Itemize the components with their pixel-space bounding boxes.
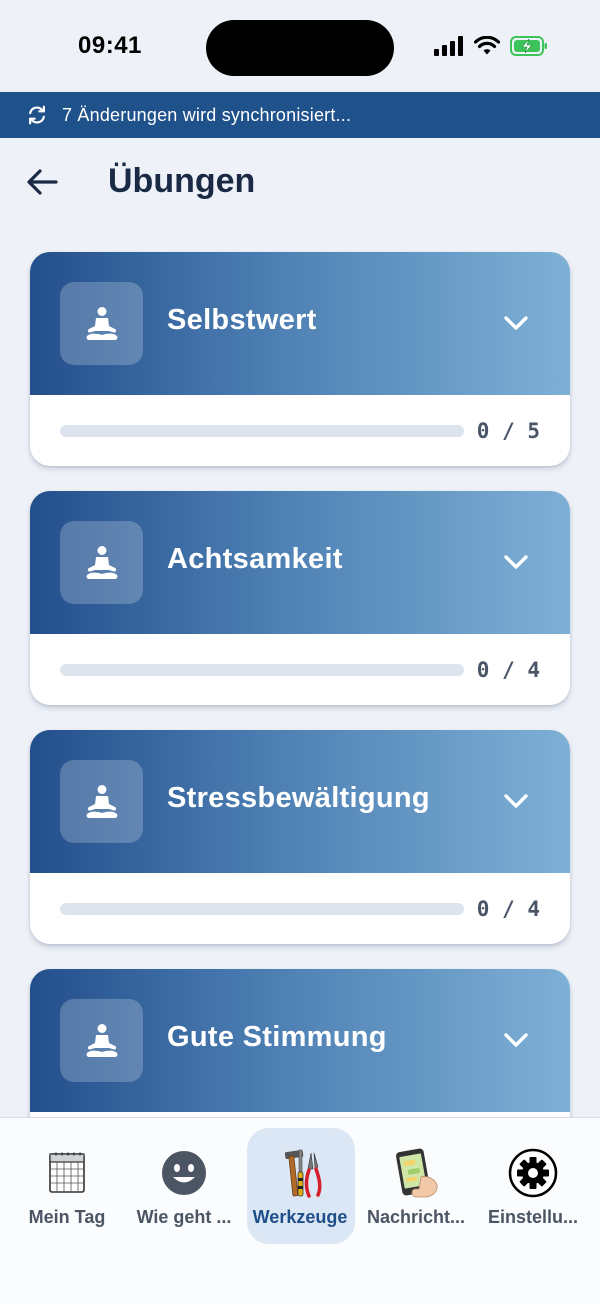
- meditation-icon: [86, 306, 117, 340]
- wifi-icon: [473, 35, 501, 61]
- card-icon-box: [60, 282, 143, 365]
- exercise-card-selbstwert: Selbstwert 0 / 5: [30, 252, 570, 466]
- calendar-icon: [42, 1148, 92, 1198]
- meditation-icon: [86, 784, 117, 818]
- nav-label: Mein Tag: [28, 1207, 106, 1227]
- chevron-down-icon[interactable]: [502, 1026, 530, 1054]
- page-title: Übungen: [108, 162, 256, 200]
- smiley-icon: [159, 1148, 209, 1198]
- status-icons: [434, 35, 548, 61]
- exercise-card-stressbewaeltigung: Stressbewältigung 0 / 4: [30, 730, 570, 944]
- card-title: Selbstwert: [167, 304, 317, 336]
- nav-label: Wie geht ...: [136, 1207, 232, 1227]
- sync-status-text: 7 Änderungen wird synchronisiert...: [62, 104, 352, 125]
- nav-item-einstellungen[interactable]: Einstellu...: [475, 1128, 591, 1244]
- tools-icon: [275, 1148, 325, 1198]
- card-header[interactable]: Stressbewältigung: [30, 730, 570, 873]
- chevron-down-icon[interactable]: [502, 548, 530, 576]
- status-bar: 09:41: [0, 0, 600, 92]
- meditation-icon: [86, 1023, 117, 1057]
- card-icon-box: [60, 521, 143, 604]
- chevron-down-icon[interactable]: [502, 309, 530, 337]
- progress-count: 0 / 4: [476, 658, 540, 682]
- battery-charging-icon: [510, 35, 548, 61]
- nav-item-nachrichten[interactable]: Nachricht...: [358, 1128, 474, 1244]
- phone-message-icon: [391, 1148, 441, 1198]
- card-progress-section: 0 / 4: [30, 634, 570, 705]
- status-time: 09:41: [78, 32, 142, 59]
- progress-bar: [60, 903, 464, 915]
- progress-bar: [60, 664, 464, 676]
- bottom-nav: Mein Tag Wie geht ... Werkzeuge Nachrich…: [0, 1117, 600, 1304]
- card-header[interactable]: Achtsamkeit: [30, 491, 570, 634]
- exercise-card-achtsamkeit: Achtsamkeit 0 / 4: [30, 491, 570, 705]
- card-title: Stressbewältigung: [167, 782, 430, 814]
- card-icon-box: [60, 760, 143, 843]
- sync-banner: 7 Änderungen wird synchronisiert...: [0, 92, 600, 138]
- arrow-left-icon: [27, 169, 58, 195]
- card-progress-section: 0 / 5: [30, 395, 570, 466]
- nav-item-werkzeuge[interactable]: Werkzeuge: [242, 1128, 358, 1244]
- card-title: Gute Stimmung: [167, 1021, 387, 1053]
- nav-item-mein-tag[interactable]: Mein Tag: [9, 1128, 125, 1244]
- card-header[interactable]: Gute Stimmung: [30, 969, 570, 1112]
- card-title: Achtsamkeit: [167, 543, 343, 575]
- card-header[interactable]: Selbstwert: [30, 252, 570, 395]
- nav-label: Werkzeuge: [252, 1207, 348, 1227]
- nav-item-wie-geht[interactable]: Wie geht ...: [126, 1128, 242, 1244]
- chevron-down-icon[interactable]: [502, 787, 530, 815]
- sync-icon: [29, 105, 45, 125]
- nav-label: Einstellu...: [487, 1207, 579, 1227]
- page-header: Übungen: [0, 150, 600, 214]
- card-icon-box: [60, 999, 143, 1082]
- meditation-icon: [86, 545, 117, 579]
- card-progress-section: 0 / 4: [30, 873, 570, 944]
- nav-label: Nachricht...: [366, 1207, 466, 1227]
- progress-count: 0 / 4: [476, 897, 540, 921]
- dynamic-island: [206, 20, 394, 76]
- progress-count: 0 / 5: [476, 419, 540, 443]
- gear-icon: [508, 1148, 558, 1198]
- progress-bar: [60, 425, 464, 437]
- signal-icon: [434, 35, 464, 61]
- back-button[interactable]: [24, 164, 60, 200]
